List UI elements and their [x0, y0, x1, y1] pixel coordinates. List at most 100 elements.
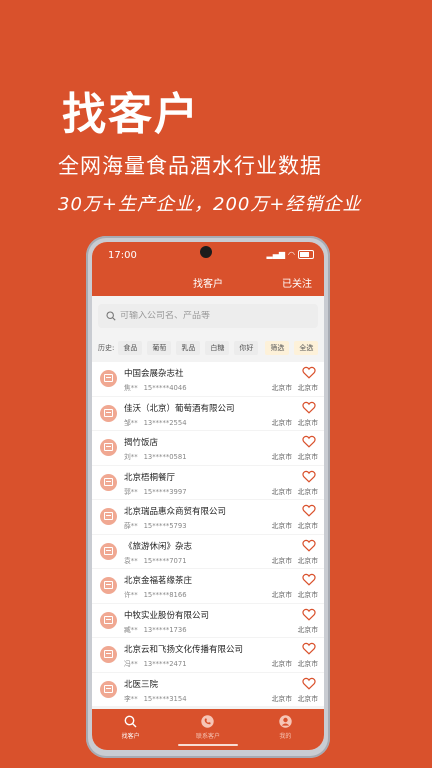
company-row[interactable]: 北京瑞品惠众商贸有限公司 薛** 15*****5793 北京市 北京市 [92, 500, 324, 534]
building-icon [100, 473, 117, 491]
heart-icon[interactable] [302, 504, 316, 517]
tab-label: 联系客户 [195, 733, 220, 740]
company-name: 北京瑞品惠众商贸有限公司 [124, 507, 227, 517]
heart-icon[interactable] [302, 608, 316, 621]
building-icon [100, 680, 117, 698]
contact-phone: 15*****4046 [143, 384, 187, 392]
contact-name: 袁** [124, 556, 138, 565]
battery-icon [298, 250, 314, 259]
contact-name: 许** [124, 591, 138, 599]
company-region: 北京市 [297, 660, 318, 668]
heart-icon[interactable] [302, 539, 316, 552]
building-icon [100, 542, 117, 560]
company-contact: 刘** 13*****0581 [124, 451, 187, 461]
contact-phone: 15*****7071 [143, 556, 187, 565]
main-content: 历史: 食品 葡萄 乳品 白糖 你好 筛选 全选 中国会展杂志社焦** 15***… [92, 296, 324, 709]
company-row[interactable]: 揭竹饭店 刘** 13*****0581 北京市 北京市 [92, 431, 324, 465]
contact-phone: 13*****0581 [143, 453, 187, 461]
company-name: 北京梧桐餐厅 [124, 472, 176, 483]
heart-icon[interactable] [302, 366, 316, 379]
company-name: 北京云和飞扬文化传播有限公司 [124, 645, 244, 655]
tab-find-customers[interactable]: 找客户 [92, 709, 169, 750]
heart-icon[interactable] [302, 401, 316, 414]
contact-name: 薛** [124, 522, 138, 530]
hero-title: 找客户 [62, 89, 200, 140]
hero-subtitle: 全网海量食品酒水行业数据 [58, 154, 322, 178]
contact-name: 刘** [124, 453, 138, 461]
company-region: 北京市 [297, 384, 318, 392]
search-icon [106, 311, 116, 321]
company-contact: 薛** 15*****5793 [124, 520, 187, 530]
user-icon [279, 715, 292, 728]
history-chip[interactable]: 白糖 [205, 341, 230, 355]
company-row[interactable]: 中牧实业股份有限公司 臧** 13*****1736 北京市 [92, 603, 324, 637]
company-name: 北医三院 [124, 679, 159, 690]
phone-icon [201, 715, 215, 728]
company-region: 北京市 [297, 418, 318, 427]
signal-icon: ▂▄▆ [266, 250, 286, 259]
company-region: 北京市 [297, 556, 318, 565]
tab-label: 找客户 [121, 733, 140, 740]
company-city: 北京市 [271, 487, 292, 496]
contact-name: 冯** [124, 660, 138, 668]
heart-icon[interactable] [302, 677, 316, 690]
company-city: 北京市 [271, 694, 292, 703]
company-row[interactable]: 北京金福茗缘茶庄 许** 15*****8166 北京市 北京市 [92, 569, 324, 603]
contact-phone: 13*****2554 [143, 418, 187, 427]
company-contact: 邹** 13*****2554 [124, 417, 187, 427]
status-time: 17:00 [108, 250, 137, 261]
front-camera [200, 246, 212, 258]
company-name: 揭竹饭店 [124, 438, 159, 448]
contact-name: 臧** [124, 625, 138, 634]
building-icon [100, 370, 117, 387]
followed-button[interactable]: 已关注 [282, 275, 312, 290]
company-city: 北京市 [271, 522, 292, 530]
building-icon [100, 439, 117, 456]
history-chip[interactable]: 乳品 [176, 341, 201, 355]
heart-icon[interactable] [302, 573, 316, 586]
company-contact: 袁** 15*****7071 [124, 555, 187, 565]
search-bar[interactable] [98, 304, 318, 328]
search-icon [124, 715, 137, 728]
company-row[interactable]: 北医三院 李** 15*****3154 北京市 北京市 [92, 672, 324, 706]
contact-name: 焦** [124, 384, 138, 392]
search-input[interactable] [120, 311, 310, 321]
heart-icon[interactable] [302, 642, 316, 655]
tab-label: 我的 [279, 733, 292, 740]
contact-phone: 15*****8166 [143, 591, 187, 599]
filter-button[interactable]: 筛选 [265, 341, 290, 355]
select-all-button[interactable]: 全选 [294, 341, 319, 355]
heart-icon[interactable] [302, 470, 316, 483]
status-icons: ▂▄▆ ◠ [267, 250, 314, 259]
contact-phone: 13*****2471 [143, 660, 187, 668]
company-row[interactable]: 北京梧桐餐厅 郭** 15*****3997 北京市 北京市 [92, 465, 324, 499]
company-city: 北京市 [271, 556, 292, 565]
building-icon [100, 577, 117, 594]
history-chip[interactable]: 你好 [234, 341, 259, 355]
company-region: 北京市 [297, 625, 318, 634]
company-contact: 郭** 15*****3997 [124, 486, 187, 496]
history-chip[interactable]: 葡萄 [147, 341, 172, 355]
home-indicator [178, 744, 238, 746]
company-region: 北京市 [297, 522, 318, 530]
company-city: 北京市 [271, 384, 292, 392]
company-name: 北京金福茗缘茶庄 [124, 576, 193, 586]
company-row[interactable]: 《旅游休闲》杂志 袁** 15*****7071 北京市 北京市 [92, 534, 324, 568]
building-icon [100, 611, 117, 629]
company-row[interactable]: 北京云和飞扬文化传播有限公司 冯** 13*****2471 北京市 北京市 [92, 638, 324, 672]
company-name: 佳沃（北京）葡萄酒有限公司 [124, 403, 235, 414]
tab-bar: 找客户 联系客户 我的 [92, 709, 324, 750]
company-row[interactable]: 中国会展杂志社 焦** 15*****4046 北京市 北京市 [92, 362, 324, 396]
history-chip[interactable]: 食品 [118, 341, 143, 355]
company-region: 北京市 [297, 591, 318, 599]
phone-screen: 17:00 ▂▄▆ ◠ 找客户 已关注 历史: 食品 葡萄 乳品 [92, 242, 324, 750]
contact-phone: 15*****3154 [143, 694, 187, 703]
company-city: 北京市 [271, 591, 292, 599]
company-contact: 臧** 13*****1736 [124, 624, 187, 634]
tab-me[interactable]: 我的 [247, 709, 324, 750]
contact-name: 郭** [124, 487, 138, 496]
history-label: 历史: [98, 344, 115, 352]
company-row[interactable]: 佳沃（北京）葡萄酒有限公司 邹** 13*****2554 北京市 北京市 [92, 396, 324, 430]
heart-icon[interactable] [302, 435, 316, 448]
contact-name: 邹** [124, 418, 138, 427]
